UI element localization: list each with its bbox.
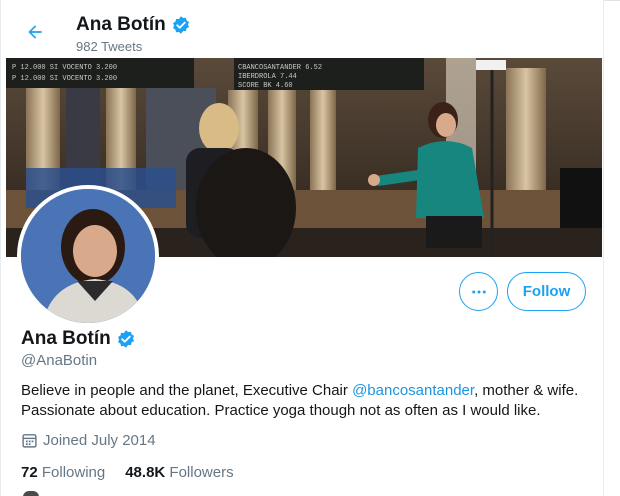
verified-badge-icon	[172, 16, 189, 34]
following-count: 72	[21, 464, 38, 481]
followers-label: Followers	[165, 464, 234, 481]
profile-bio: Believe in people and the planet, Execut…	[21, 381, 591, 421]
tweets-count: 982 Tweets	[76, 39, 143, 54]
arrow-left-icon	[28, 25, 42, 39]
header-name: Ana Botín	[76, 14, 191, 36]
calendar-icon	[22, 434, 37, 448]
back-button[interactable]	[21, 18, 49, 46]
followers-count: 48.8K	[125, 464, 166, 481]
svg-text:SCORE BK 4.60: SCORE BK 4.60	[238, 82, 293, 90]
follow-stats: 72 Following 48.8K Followers	[21, 464, 254, 481]
profile-name: Ana Botín	[21, 328, 136, 350]
svg-text:IBERDROLA 7.44: IBERDROLA 7.44	[238, 73, 297, 81]
following-link[interactable]: 72 Following	[21, 464, 105, 481]
profile-name-text: Ana Botín	[21, 328, 111, 349]
svg-text:P 12.000 SI VOCENTO 3.200: P 12.000 SI VOCENTO 3.200	[12, 64, 117, 72]
more-options-button[interactable]	[459, 272, 498, 311]
joined-text: Joined July 2014	[43, 432, 156, 449]
bio-text-start: Believe in people and the planet, Execut…	[21, 382, 353, 399]
svg-text:CBANCOSANTANDER 6.52: CBANCOSANTANDER 6.52	[238, 64, 322, 72]
following-label: Following	[37, 464, 106, 481]
verified-badge-icon	[117, 330, 134, 348]
profile-column: Ana Botín 982 Tweets P 12.000 SI VOCENTO…	[0, 0, 604, 496]
profile-header: Ana Botín 982 Tweets	[1, 4, 605, 58]
svg-text:P 12.000 SI VOCENTO 3.200: P 12.000 SI VOCENTO 3.200	[12, 75, 117, 83]
bio-mention-link[interactable]: @bancosantander	[352, 382, 474, 399]
joined-date: Joined July 2014	[21, 432, 156, 449]
follow-button[interactable]: Follow	[507, 272, 586, 311]
avatar[interactable]	[17, 185, 159, 327]
followers-link[interactable]: 48.8K Followers	[125, 464, 233, 481]
profile-handle: @AnaBotin	[21, 352, 98, 369]
more-horizontal-icon	[471, 290, 486, 293]
header-name-text: Ana Botín	[76, 14, 166, 35]
cutoff-avatar-fragment	[23, 491, 39, 496]
